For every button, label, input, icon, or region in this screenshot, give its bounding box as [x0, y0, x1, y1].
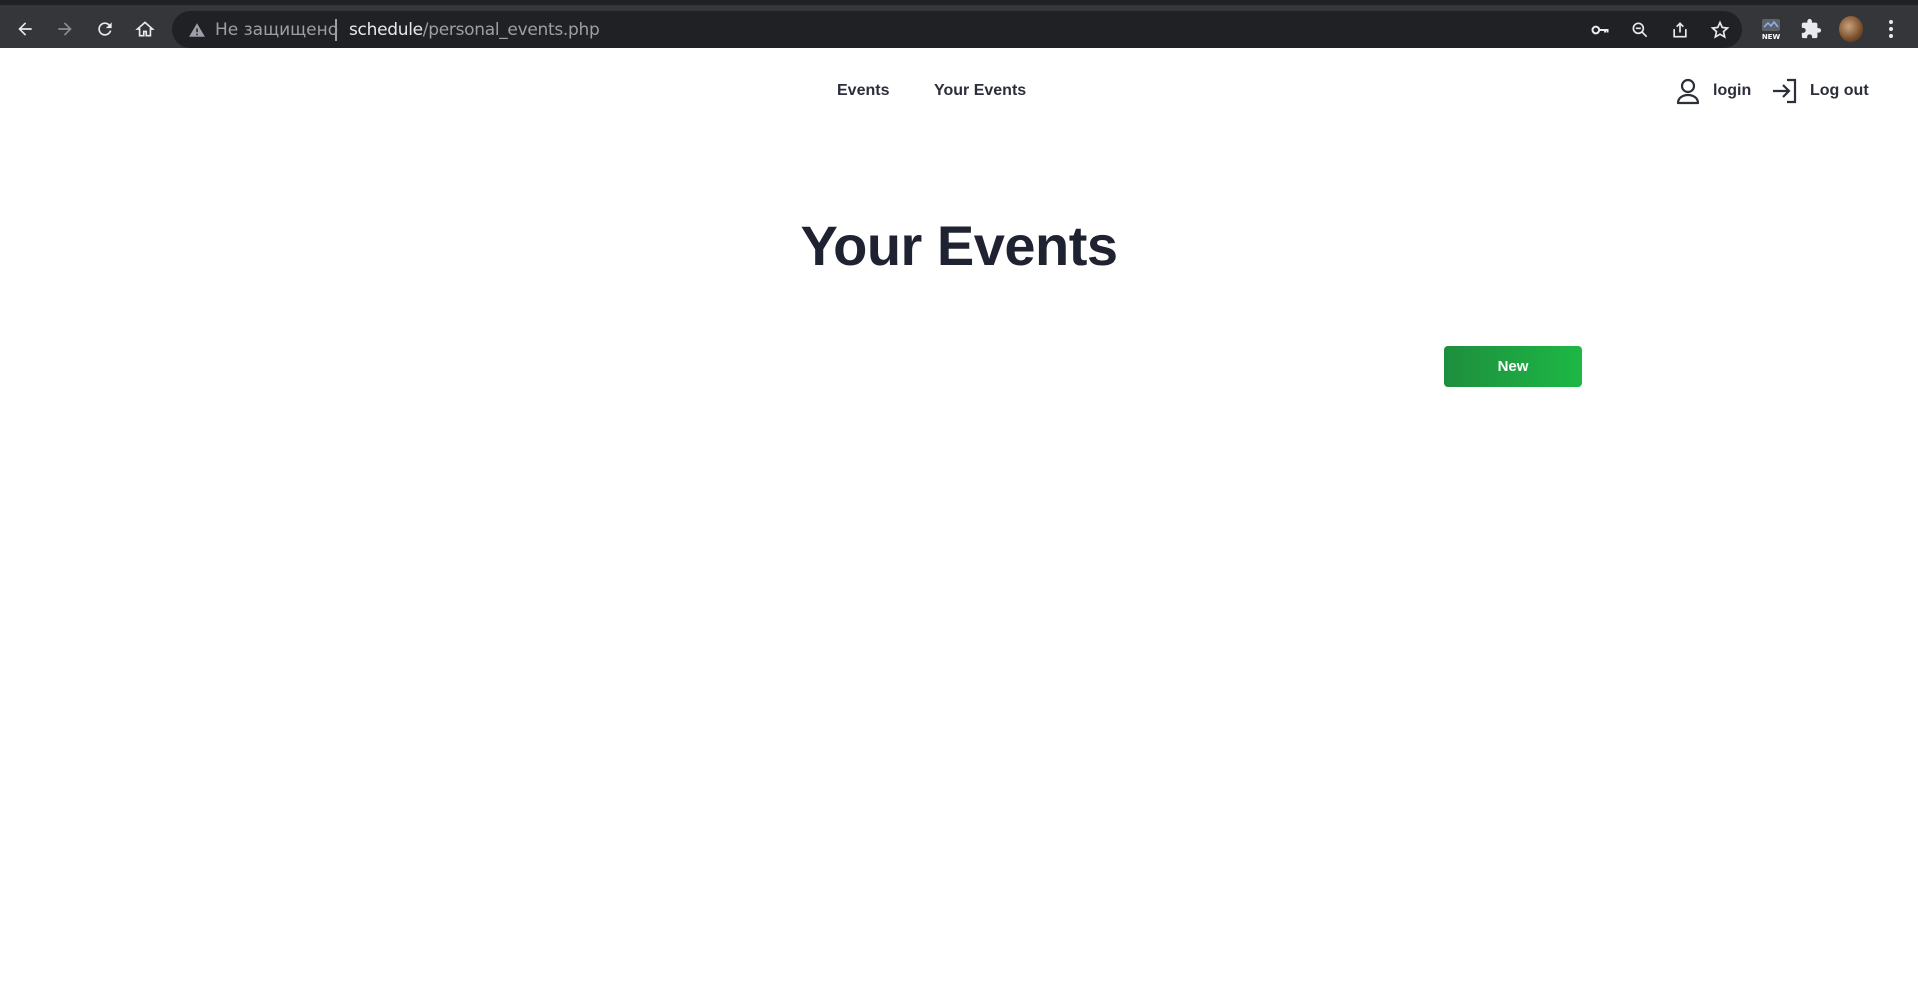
omnibox-divider: [335, 19, 337, 41]
browser-toolbar: Не защищено schedule/personal_events.php…: [0, 0, 1918, 48]
warning-icon: [189, 23, 205, 37]
security-status: Не защищено: [215, 20, 339, 40]
user-icon: [1676, 78, 1700, 105]
logout-label: Log out: [1810, 82, 1869, 99]
login-link[interactable]: login: [1673, 76, 1751, 106]
key-icon[interactable]: [1590, 20, 1610, 40]
home-icon: [135, 21, 155, 37]
url-path: /personal_events.php: [422, 20, 600, 40]
extension-badge-text: NEW: [1762, 33, 1781, 41]
forward-button[interactable]: [51, 15, 79, 43]
zoom-out-icon[interactable]: [1630, 20, 1650, 40]
address-bar[interactable]: Не защищено schedule/personal_events.php: [172, 11, 1742, 48]
nav-link-events[interactable]: Events: [837, 82, 889, 100]
new-event-button[interactable]: New: [1444, 346, 1582, 387]
puzzle-icon: [1801, 18, 1822, 39]
url-text: schedule/personal_events.php: [349, 20, 600, 40]
profile-avatar: [1839, 16, 1863, 42]
page-title: Your Events: [800, 214, 1118, 277]
forward-arrow-icon: [58, 22, 72, 36]
star-icon[interactable]: [1710, 20, 1730, 40]
extensions-button[interactable]: [1799, 17, 1823, 41]
kebab-menu-icon: [1889, 20, 1893, 38]
home-button[interactable]: [131, 15, 159, 43]
logout-link[interactable]: Log out: [1770, 76, 1869, 106]
back-button[interactable]: [11, 15, 39, 43]
chrome-menu-button[interactable]: [1879, 17, 1903, 41]
reload-icon: [98, 22, 112, 36]
reload-button[interactable]: [91, 15, 119, 43]
back-arrow-icon: [18, 22, 32, 36]
logout-icon: [1773, 78, 1797, 104]
url-host: schedule: [349, 20, 423, 40]
extension-new-button[interactable]: NEW: [1759, 17, 1783, 41]
profile-button[interactable]: [1839, 16, 1863, 42]
share-icon[interactable]: [1670, 20, 1690, 40]
login-label: login: [1713, 82, 1752, 99]
nav-link-your-events[interactable]: Your Events: [934, 82, 1026, 100]
extension-new-icon: NEW: [1762, 19, 1781, 41]
